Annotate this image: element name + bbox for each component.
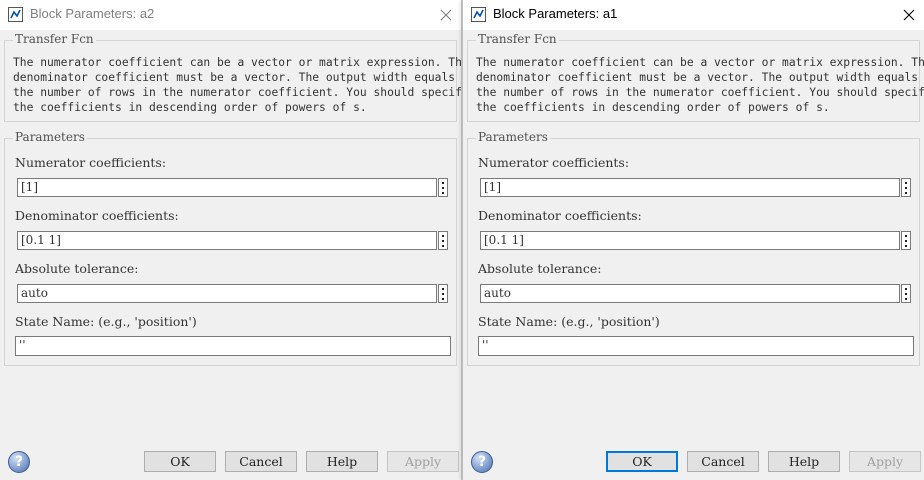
close-icon[interactable] bbox=[431, 0, 461, 30]
block-description: The numerator coefficient can be a vecto… bbox=[476, 56, 924, 114]
dialog-title: Block Parameters: a1 bbox=[493, 6, 618, 21]
more-options-icon[interactable] bbox=[901, 284, 911, 303]
block-description-group: Transfer Fcn The numerator coefficient c… bbox=[4, 32, 469, 122]
parameters-group: Parameters Numerator coefficients: [1] D… bbox=[467, 130, 920, 366]
help-icon[interactable]: ? bbox=[8, 451, 30, 473]
ok-button[interactable]: OK bbox=[144, 451, 216, 472]
apply-button[interactable]: Apply bbox=[849, 451, 921, 472]
block-type-legend: Transfer Fcn bbox=[476, 32, 559, 46]
ok-button[interactable]: OK bbox=[606, 451, 678, 472]
more-options-icon[interactable] bbox=[438, 231, 448, 250]
numerator-field[interactable]: [1] bbox=[480, 178, 900, 197]
help-button[interactable]: Help bbox=[768, 451, 840, 472]
denominator-label: Denominator coefficients: bbox=[15, 208, 179, 223]
more-options-icon[interactable] bbox=[901, 231, 911, 250]
help-button[interactable]: Help bbox=[306, 451, 378, 472]
tolerance-field[interactable]: auto bbox=[17, 284, 437, 303]
block-parameters-dialog-a1: Block Parameters: a1 Transfer Fcn The nu… bbox=[462, 0, 924, 480]
tolerance-field[interactable]: auto bbox=[480, 284, 900, 303]
more-options-icon[interactable] bbox=[901, 178, 911, 197]
state-name-label: State Name: (e.g., 'position') bbox=[15, 314, 197, 329]
block-type-legend: Transfer Fcn bbox=[13, 32, 96, 46]
state-name-field[interactable]: '' bbox=[478, 336, 914, 356]
parameters-legend: Parameters bbox=[13, 130, 87, 144]
denominator-field[interactable]: [0.1 1] bbox=[17, 231, 437, 250]
block-description-group: Transfer Fcn The numerator coefficient c… bbox=[467, 32, 924, 122]
cancel-button[interactable]: Cancel bbox=[225, 451, 297, 472]
simulink-block-icon bbox=[471, 7, 486, 22]
state-name-label: State Name: (e.g., 'position') bbox=[478, 314, 660, 329]
numerator-field[interactable]: [1] bbox=[17, 178, 437, 197]
denominator-field[interactable]: [0.1 1] bbox=[480, 231, 900, 250]
close-icon[interactable] bbox=[894, 0, 924, 30]
block-description: The numerator coefficient can be a vecto… bbox=[13, 56, 469, 114]
tolerance-label: Absolute tolerance: bbox=[478, 261, 602, 276]
title-bar[interactable]: Block Parameters: a2 bbox=[0, 0, 461, 30]
more-options-icon[interactable] bbox=[438, 178, 448, 197]
apply-button[interactable]: Apply bbox=[387, 451, 459, 472]
dialog-title: Block Parameters: a2 bbox=[30, 6, 155, 21]
simulink-block-icon bbox=[8, 7, 23, 22]
numerator-label: Numerator coefficients: bbox=[478, 155, 630, 170]
cancel-button[interactable]: Cancel bbox=[687, 451, 759, 472]
tolerance-label: Absolute tolerance: bbox=[15, 261, 139, 276]
parameters-group: Parameters Numerator coefficients: [1] D… bbox=[4, 130, 457, 366]
help-icon[interactable]: ? bbox=[471, 451, 493, 473]
more-options-icon[interactable] bbox=[438, 284, 448, 303]
parameters-legend: Parameters bbox=[476, 130, 550, 144]
numerator-label: Numerator coefficients: bbox=[15, 155, 167, 170]
title-bar[interactable]: Block Parameters: a1 bbox=[463, 0, 924, 30]
block-parameters-dialog-a2: Block Parameters: a2 Transfer Fcn The nu… bbox=[0, 0, 469, 480]
denominator-label: Denominator coefficients: bbox=[478, 208, 642, 223]
state-name-field[interactable]: '' bbox=[15, 336, 451, 356]
